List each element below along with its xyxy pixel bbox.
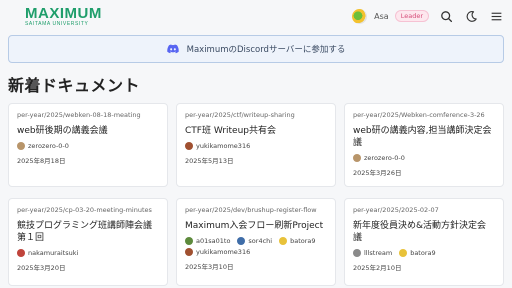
author-avatar	[237, 237, 246, 245]
search-icon[interactable]	[438, 8, 454, 24]
card-title: web研の講義内容,担当講師決定会議	[353, 126, 492, 148]
document-card[interactable]: per-year/2025/Webken-comference-3-26 web…	[344, 103, 504, 187]
author-name: sor4chi	[248, 237, 273, 245]
author-avatar	[279, 237, 288, 245]
author-avatar	[353, 249, 361, 257]
author-name: yukikamome316	[196, 248, 251, 256]
author-name: batora9	[290, 237, 316, 245]
document-card[interactable]: per-year/2025/dev/brushup-register-flow …	[176, 198, 336, 286]
author[interactable]: batora9	[279, 237, 316, 245]
discord-join-banner[interactable]: MaximumのDiscordサーバーに参加する	[8, 35, 504, 63]
card-title: web研後期の講義会議	[17, 126, 108, 136]
author[interactable]: nakamuraitsuki	[17, 249, 78, 257]
author-name: batora9	[410, 249, 436, 257]
card-authors: lllstream batora9	[353, 249, 495, 260]
discord-icon	[166, 44, 179, 54]
moon-icon[interactable]	[463, 8, 479, 24]
card-title: Maximum入会フロー刷新Project	[185, 221, 324, 231]
card-path: per-year/2025/cp-03-20-meeting-minutes	[17, 206, 152, 214]
section-title: 新着ドキュメント	[8, 76, 141, 95]
hamburger-menu-icon[interactable]	[488, 8, 504, 24]
card-date: 2025年2月10日	[353, 264, 402, 272]
author[interactable]: a01sa01to	[185, 237, 230, 245]
author-name: zerozero-0-0	[28, 142, 69, 150]
card-authors: nakamuraitsuki	[17, 249, 159, 260]
card-path: per-year/2025/Webken-comference-3-26	[353, 111, 485, 119]
author-name: lllstream	[364, 249, 393, 257]
document-card[interactable]: per-year/2025/ctf/writeup-sharing CTF班 W…	[176, 103, 336, 187]
card-title: CTF班 Writeup共有会	[185, 126, 276, 136]
user-avatar[interactable]	[352, 8, 368, 24]
author-avatar	[185, 248, 193, 256]
author-avatar	[353, 154, 361, 162]
role-badge: Leader	[394, 10, 429, 22]
card-date: 2025年3月20日	[17, 264, 66, 272]
card-authors: a01sa01to sor4chi batora9 yukikamome316	[185, 237, 327, 259]
document-card[interactable]: per-year/2025/2025-02-07 新年度役員決め&活動方針決定会…	[344, 198, 504, 286]
user-name[interactable]: Asa	[374, 12, 389, 21]
card-title: 新年度役員決め&活動方針決定会議	[353, 221, 487, 243]
author[interactable]: sor4chi	[237, 237, 272, 245]
header-right: Asa Leader	[352, 8, 504, 24]
author[interactable]: batora9	[399, 249, 436, 257]
author-name: zerozero-0-0	[364, 154, 405, 162]
maximum-logo[interactable]: MAXIMUM SAITAMA UNIVERSITY	[25, 6, 102, 27]
card-date: 2025年3月10日	[185, 263, 234, 271]
card-authors: zerozero-0-0	[17, 142, 159, 153]
logo-main-text: MAXIMUM	[25, 4, 102, 22]
author-name: nakamuraitsuki	[28, 249, 79, 257]
document-card[interactable]: per-year/2025/cp-03-20-meeting-minutes 競…	[8, 198, 168, 286]
card-authors: yukikamome316	[185, 142, 327, 153]
card-path: per-year/2025/dev/brushup-register-flow	[185, 206, 317, 214]
card-date: 2025年3月26日	[353, 169, 402, 177]
author[interactable]: zerozero-0-0	[353, 154, 405, 162]
card-path: per-year/2025/webken-08-18-meating	[17, 111, 141, 119]
author[interactable]: zerozero-0-0	[17, 142, 69, 150]
card-date: 2025年5月13日	[185, 157, 234, 165]
author-name: yukikamome316	[196, 142, 251, 150]
card-title: 競技プログラミング班講師陣会議 第１回	[17, 221, 153, 243]
author-avatar	[17, 142, 25, 150]
document-card[interactable]: per-year/2025/webken-08-18-meating web研後…	[8, 103, 168, 187]
card-path: per-year/2025/2025-02-07	[353, 206, 439, 214]
top-header: MAXIMUM SAITAMA UNIVERSITY Asa Leader	[0, 0, 512, 32]
author-name: a01sa01to	[196, 237, 231, 245]
banner-text: MaximumのDiscordサーバーに参加する	[186, 45, 346, 55]
card-authors: zerozero-0-0	[353, 154, 495, 165]
logo-sub-text: SAITAMA UNIVERSITY	[25, 20, 89, 27]
author-avatar	[185, 142, 193, 150]
card-path: per-year/2025/ctf/writeup-sharing	[185, 111, 295, 119]
author[interactable]: lllstream	[353, 249, 392, 257]
card-date: 2025年8月18日	[17, 157, 66, 165]
author-avatar	[185, 237, 193, 245]
author-avatar	[17, 249, 25, 257]
author-avatar	[399, 249, 408, 257]
author[interactable]: yukikamome316	[185, 142, 250, 150]
author[interactable]: yukikamome316	[185, 248, 250, 256]
